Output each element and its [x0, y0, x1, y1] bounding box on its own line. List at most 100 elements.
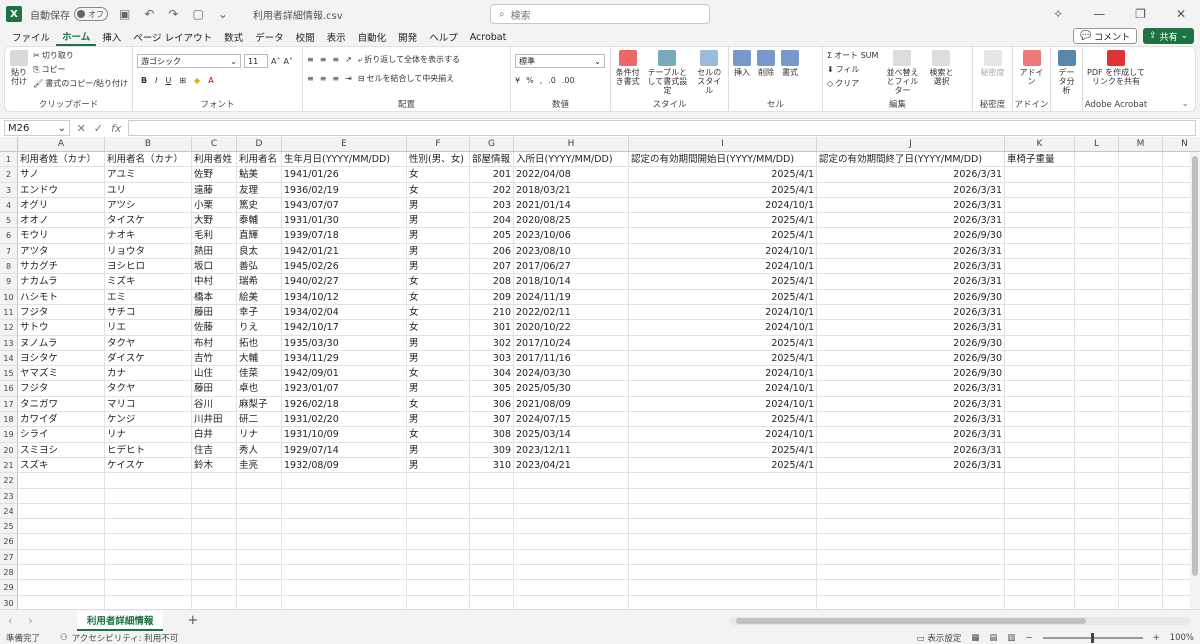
- row-header[interactable]: 16: [0, 381, 18, 397]
- cell[interactable]: 304: [470, 366, 514, 382]
- cell[interactable]: [18, 549, 105, 566]
- cell[interactable]: [18, 519, 105, 535]
- cell[interactable]: 2026/3/31: [817, 197, 1005, 214]
- cell[interactable]: リナ: [237, 427, 282, 443]
- cell[interactable]: [514, 534, 629, 550]
- cell[interactable]: [1075, 473, 1119, 489]
- cell[interactable]: ダイスケ: [105, 350, 192, 367]
- cell[interactable]: [470, 549, 514, 566]
- cell[interactable]: [817, 473, 1005, 489]
- cell[interactable]: 1934/02/04: [282, 304, 407, 321]
- cell[interactable]: 熱田: [192, 243, 237, 260]
- cell[interactable]: 2025/4/1: [629, 412, 817, 428]
- cell[interactable]: 309: [470, 442, 514, 458]
- cell[interactable]: [817, 565, 1005, 581]
- enter-icon[interactable]: ✓: [94, 122, 103, 135]
- cell[interactable]: [237, 534, 282, 550]
- cell[interactable]: [1119, 412, 1163, 428]
- cell[interactable]: フジタ: [18, 381, 105, 397]
- cell[interactable]: 2026/3/31: [817, 274, 1005, 290]
- cell[interactable]: 2026/9/30: [817, 228, 1005, 244]
- row-header[interactable]: 3: [0, 182, 18, 198]
- cell[interactable]: 2024/10/1: [629, 320, 817, 336]
- cell[interactable]: [629, 519, 817, 535]
- cell[interactable]: 吉竹: [192, 350, 237, 367]
- cell[interactable]: [1119, 396, 1163, 413]
- cell[interactable]: シライ: [18, 427, 105, 443]
- tab-data[interactable]: データ: [249, 28, 290, 46]
- copy-button[interactable]: ⎘ コピー: [33, 64, 128, 75]
- redo-icon[interactable]: ↷: [165, 7, 181, 21]
- tab-home[interactable]: ホーム: [56, 28, 97, 46]
- cell[interactable]: 2026/3/31: [817, 182, 1005, 198]
- share-button[interactable]: ⇪ 共有 ⌄: [1143, 28, 1194, 44]
- cell[interactable]: 男: [407, 243, 470, 260]
- cell[interactable]: [1119, 457, 1163, 474]
- align-bottom-icon[interactable]: ≡: [332, 54, 339, 65]
- cell[interactable]: 2024/03/30: [514, 366, 629, 382]
- cell[interactable]: 2022/02/11: [514, 304, 629, 321]
- cell[interactable]: 2017/10/24: [514, 335, 629, 351]
- cell[interactable]: [105, 473, 192, 489]
- cell[interactable]: 2022/04/08: [514, 167, 629, 183]
- cell[interactable]: 男: [407, 213, 470, 229]
- cell[interactable]: [282, 580, 407, 596]
- column-header[interactable]: I: [629, 137, 817, 151]
- cell[interactable]: 橋本: [192, 289, 237, 305]
- cell[interactable]: [407, 580, 470, 596]
- cell[interactable]: [629, 595, 817, 609]
- italic-button[interactable]: I: [155, 76, 157, 85]
- cell[interactable]: 1932/08/09: [282, 457, 407, 474]
- cell[interactable]: [1075, 549, 1119, 566]
- cell[interactable]: [1005, 442, 1075, 458]
- cell[interactable]: 2018/03/21: [514, 182, 629, 198]
- cell[interactable]: [1075, 488, 1119, 504]
- cell[interactable]: [1119, 167, 1163, 183]
- cell[interactable]: [817, 595, 1005, 609]
- cell[interactable]: 201: [470, 167, 514, 183]
- cell[interactable]: 坂口: [192, 259, 237, 275]
- cell[interactable]: ナカムラ: [18, 274, 105, 290]
- next-sheet-icon[interactable]: ›: [20, 614, 40, 627]
- cell[interactable]: [817, 549, 1005, 566]
- cell[interactable]: [407, 519, 470, 535]
- cell[interactable]: 2025/4/1: [629, 350, 817, 367]
- cell[interactable]: 2025/4/1: [629, 182, 817, 198]
- cell[interactable]: [1075, 442, 1119, 458]
- shrink-font-icon[interactable]: A˅: [283, 54, 292, 68]
- cell[interactable]: [1075, 289, 1119, 305]
- cell[interactable]: 鮎美: [237, 167, 282, 183]
- cell[interactable]: 大輔: [237, 350, 282, 367]
- cell[interactable]: [1005, 519, 1075, 535]
- cell[interactable]: 1942/01/21: [282, 243, 407, 260]
- cell[interactable]: [1075, 427, 1119, 443]
- cell[interactable]: [1005, 565, 1075, 581]
- cell[interactable]: 利用者名: [237, 152, 282, 168]
- paste-button[interactable]: 貼り付け: [9, 50, 29, 89]
- cell[interactable]: [105, 519, 192, 535]
- cell[interactable]: [105, 534, 192, 550]
- indent-icon[interactable]: ⇥: [345, 73, 352, 84]
- zoom-out-icon[interactable]: −: [1025, 633, 1032, 643]
- cell[interactable]: [1075, 243, 1119, 260]
- row-header[interactable]: 13: [0, 335, 18, 351]
- cell[interactable]: 204: [470, 213, 514, 229]
- cell[interactable]: エンドウ: [18, 182, 105, 198]
- undo-icon[interactable]: ↶: [141, 7, 157, 21]
- cell[interactable]: [192, 473, 237, 489]
- cell[interactable]: [192, 580, 237, 596]
- cell[interactable]: 1945/02/26: [282, 259, 407, 275]
- autosave[interactable]: 自動保存 オフ: [30, 7, 108, 22]
- cell[interactable]: [282, 519, 407, 535]
- row-header[interactable]: 9: [0, 274, 18, 290]
- cell[interactable]: [1075, 304, 1119, 321]
- cell[interactable]: 絵美: [237, 289, 282, 305]
- cell[interactable]: 2025/4/1: [629, 213, 817, 229]
- cell[interactable]: [1005, 580, 1075, 596]
- cell[interactable]: 210: [470, 304, 514, 321]
- cell[interactable]: [237, 595, 282, 609]
- conditional-format-button[interactable]: 条件付き書式: [615, 50, 640, 99]
- cell[interactable]: 秀人: [237, 442, 282, 458]
- cell[interactable]: 善弘: [237, 259, 282, 275]
- cell[interactable]: 佐野: [192, 167, 237, 183]
